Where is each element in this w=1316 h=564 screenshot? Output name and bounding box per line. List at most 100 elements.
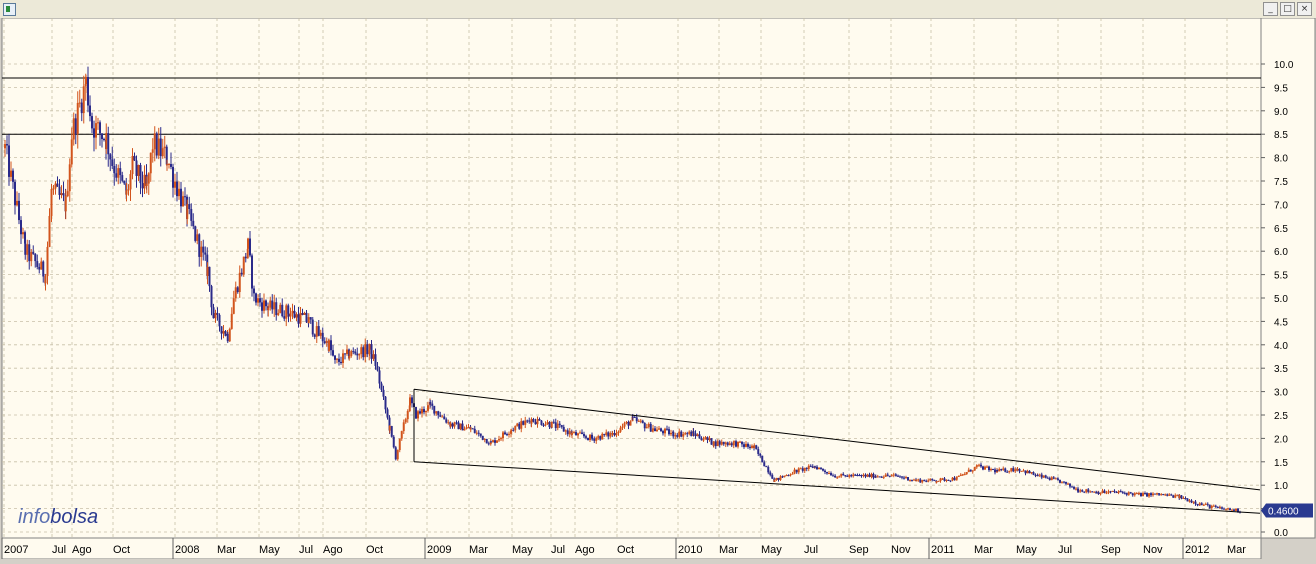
price-candle-body [609, 433, 612, 437]
price-candle-body [773, 479, 776, 482]
price-candle-body [1099, 492, 1102, 495]
price-candle-body [708, 438, 711, 441]
maximize-button[interactable]: □ [1280, 2, 1295, 16]
price-candle-body [520, 421, 523, 429]
price-candle-body [1093, 491, 1096, 493]
y-tick-label: 2.0 [1274, 434, 1288, 445]
price-candle-body [976, 465, 978, 467]
y-tick-label: 8.5 [1274, 130, 1288, 141]
price-candle-body [485, 438, 488, 444]
price-candle-body [1184, 498, 1187, 500]
price-candle-body [514, 426, 517, 431]
x-tick-label: Nov [1143, 544, 1163, 556]
price-candle-body [244, 256, 247, 259]
price-candle-body [103, 139, 105, 141]
price-candle-body [214, 313, 217, 319]
price-candle-body [1002, 468, 1005, 470]
y-tick-label: 4.0 [1274, 341, 1288, 352]
price-candle-body [396, 450, 399, 460]
x-tick-label: 2010 [678, 544, 702, 556]
price-candle-body [366, 344, 369, 355]
price-candle-body [585, 436, 587, 438]
price-candle-body [820, 467, 822, 469]
price-candle-body [986, 466, 988, 468]
price-candle-body [289, 313, 292, 317]
price-candle-body [87, 76, 89, 106]
price-candle-body [97, 122, 99, 124]
price-candle-body [56, 183, 59, 187]
price-candle-body [176, 181, 178, 197]
price-candle-body [236, 287, 239, 293]
price-candle-body [779, 476, 782, 480]
price-candle-body [1219, 507, 1221, 509]
price-candle-body [1097, 491, 1100, 495]
price-candle-body [550, 421, 553, 428]
y-tick-label: 1.0 [1274, 481, 1288, 492]
price-candle-body [311, 319, 314, 335]
price-candle-body [856, 475, 859, 477]
price-candle-body [895, 474, 897, 476]
price-candle-body [350, 351, 353, 357]
price-candle-body [293, 310, 296, 318]
price-candle-body [285, 305, 288, 319]
price-candle-body [498, 438, 500, 441]
price-candle-body [733, 441, 735, 443]
close-button[interactable]: × [1297, 2, 1312, 16]
price-candle-body [735, 441, 737, 447]
x-tick-label: Ago [575, 544, 595, 556]
price-candle-body [409, 397, 411, 406]
price-candle-body [544, 424, 547, 426]
y-tick-label: 6.5 [1274, 224, 1288, 235]
price-candle-body [334, 355, 336, 360]
price-candle-body [759, 453, 762, 456]
price-candle-body [801, 468, 804, 471]
price-candle-body [1050, 477, 1053, 481]
price-candle-body [166, 164, 168, 166]
price-candle-body [1024, 470, 1027, 474]
price-candle-body [951, 477, 954, 481]
price-candle-body [457, 422, 460, 430]
price-candle-body [605, 432, 608, 435]
price-candle-body [573, 432, 575, 434]
price-candle-body [242, 256, 245, 275]
y-tick-label: 3.5 [1274, 364, 1288, 375]
price-candle-body [1077, 491, 1080, 493]
price-candle-body [907, 477, 909, 481]
price-candle-body [641, 420, 644, 424]
price-candle-body [913, 479, 915, 481]
y-tick-label: 10.0 [1274, 60, 1294, 71]
price-candle-body [34, 253, 37, 262]
price-chart[interactable]: 0.00.51.01.52.02.53.03.54.04.55.05.56.06… [0, 17, 1316, 560]
price-candle-body [868, 474, 871, 477]
price-candle-body [789, 474, 792, 476]
price-candle-body [309, 317, 312, 320]
price-candle-body [1138, 493, 1140, 495]
x-tick-label: Sep [849, 544, 869, 556]
price-candle-body [226, 333, 229, 342]
price-candle-body [587, 437, 589, 440]
price-candle-body [1188, 500, 1191, 502]
price-candle-body [633, 416, 636, 418]
price-candle-body [479, 433, 482, 436]
price-candle-body [58, 186, 61, 195]
x-tick-label: 2007 [4, 544, 28, 556]
price-candle-body [131, 155, 134, 175]
price-candle-body [625, 421, 628, 424]
price-candle-body [1123, 492, 1126, 494]
price-candle-body [32, 252, 35, 254]
logo-watermark: infobolsa [18, 506, 98, 528]
price-candle-body [107, 133, 110, 155]
price-candle-body [919, 479, 922, 483]
price-candle-body [921, 479, 924, 483]
price-candle-body [998, 469, 1001, 472]
price-candle-body [323, 341, 326, 344]
price-candle-body [159, 138, 162, 157]
price-candle-body [321, 332, 324, 342]
price-candle-body [678, 431, 681, 437]
price-candle-body [170, 163, 172, 167]
minimize-button[interactable]: _ [1263, 2, 1278, 16]
price-candle-body [1192, 501, 1195, 503]
price-candle-body [469, 428, 472, 430]
price-candle-body [969, 469, 972, 472]
price-candle-body [463, 428, 466, 431]
